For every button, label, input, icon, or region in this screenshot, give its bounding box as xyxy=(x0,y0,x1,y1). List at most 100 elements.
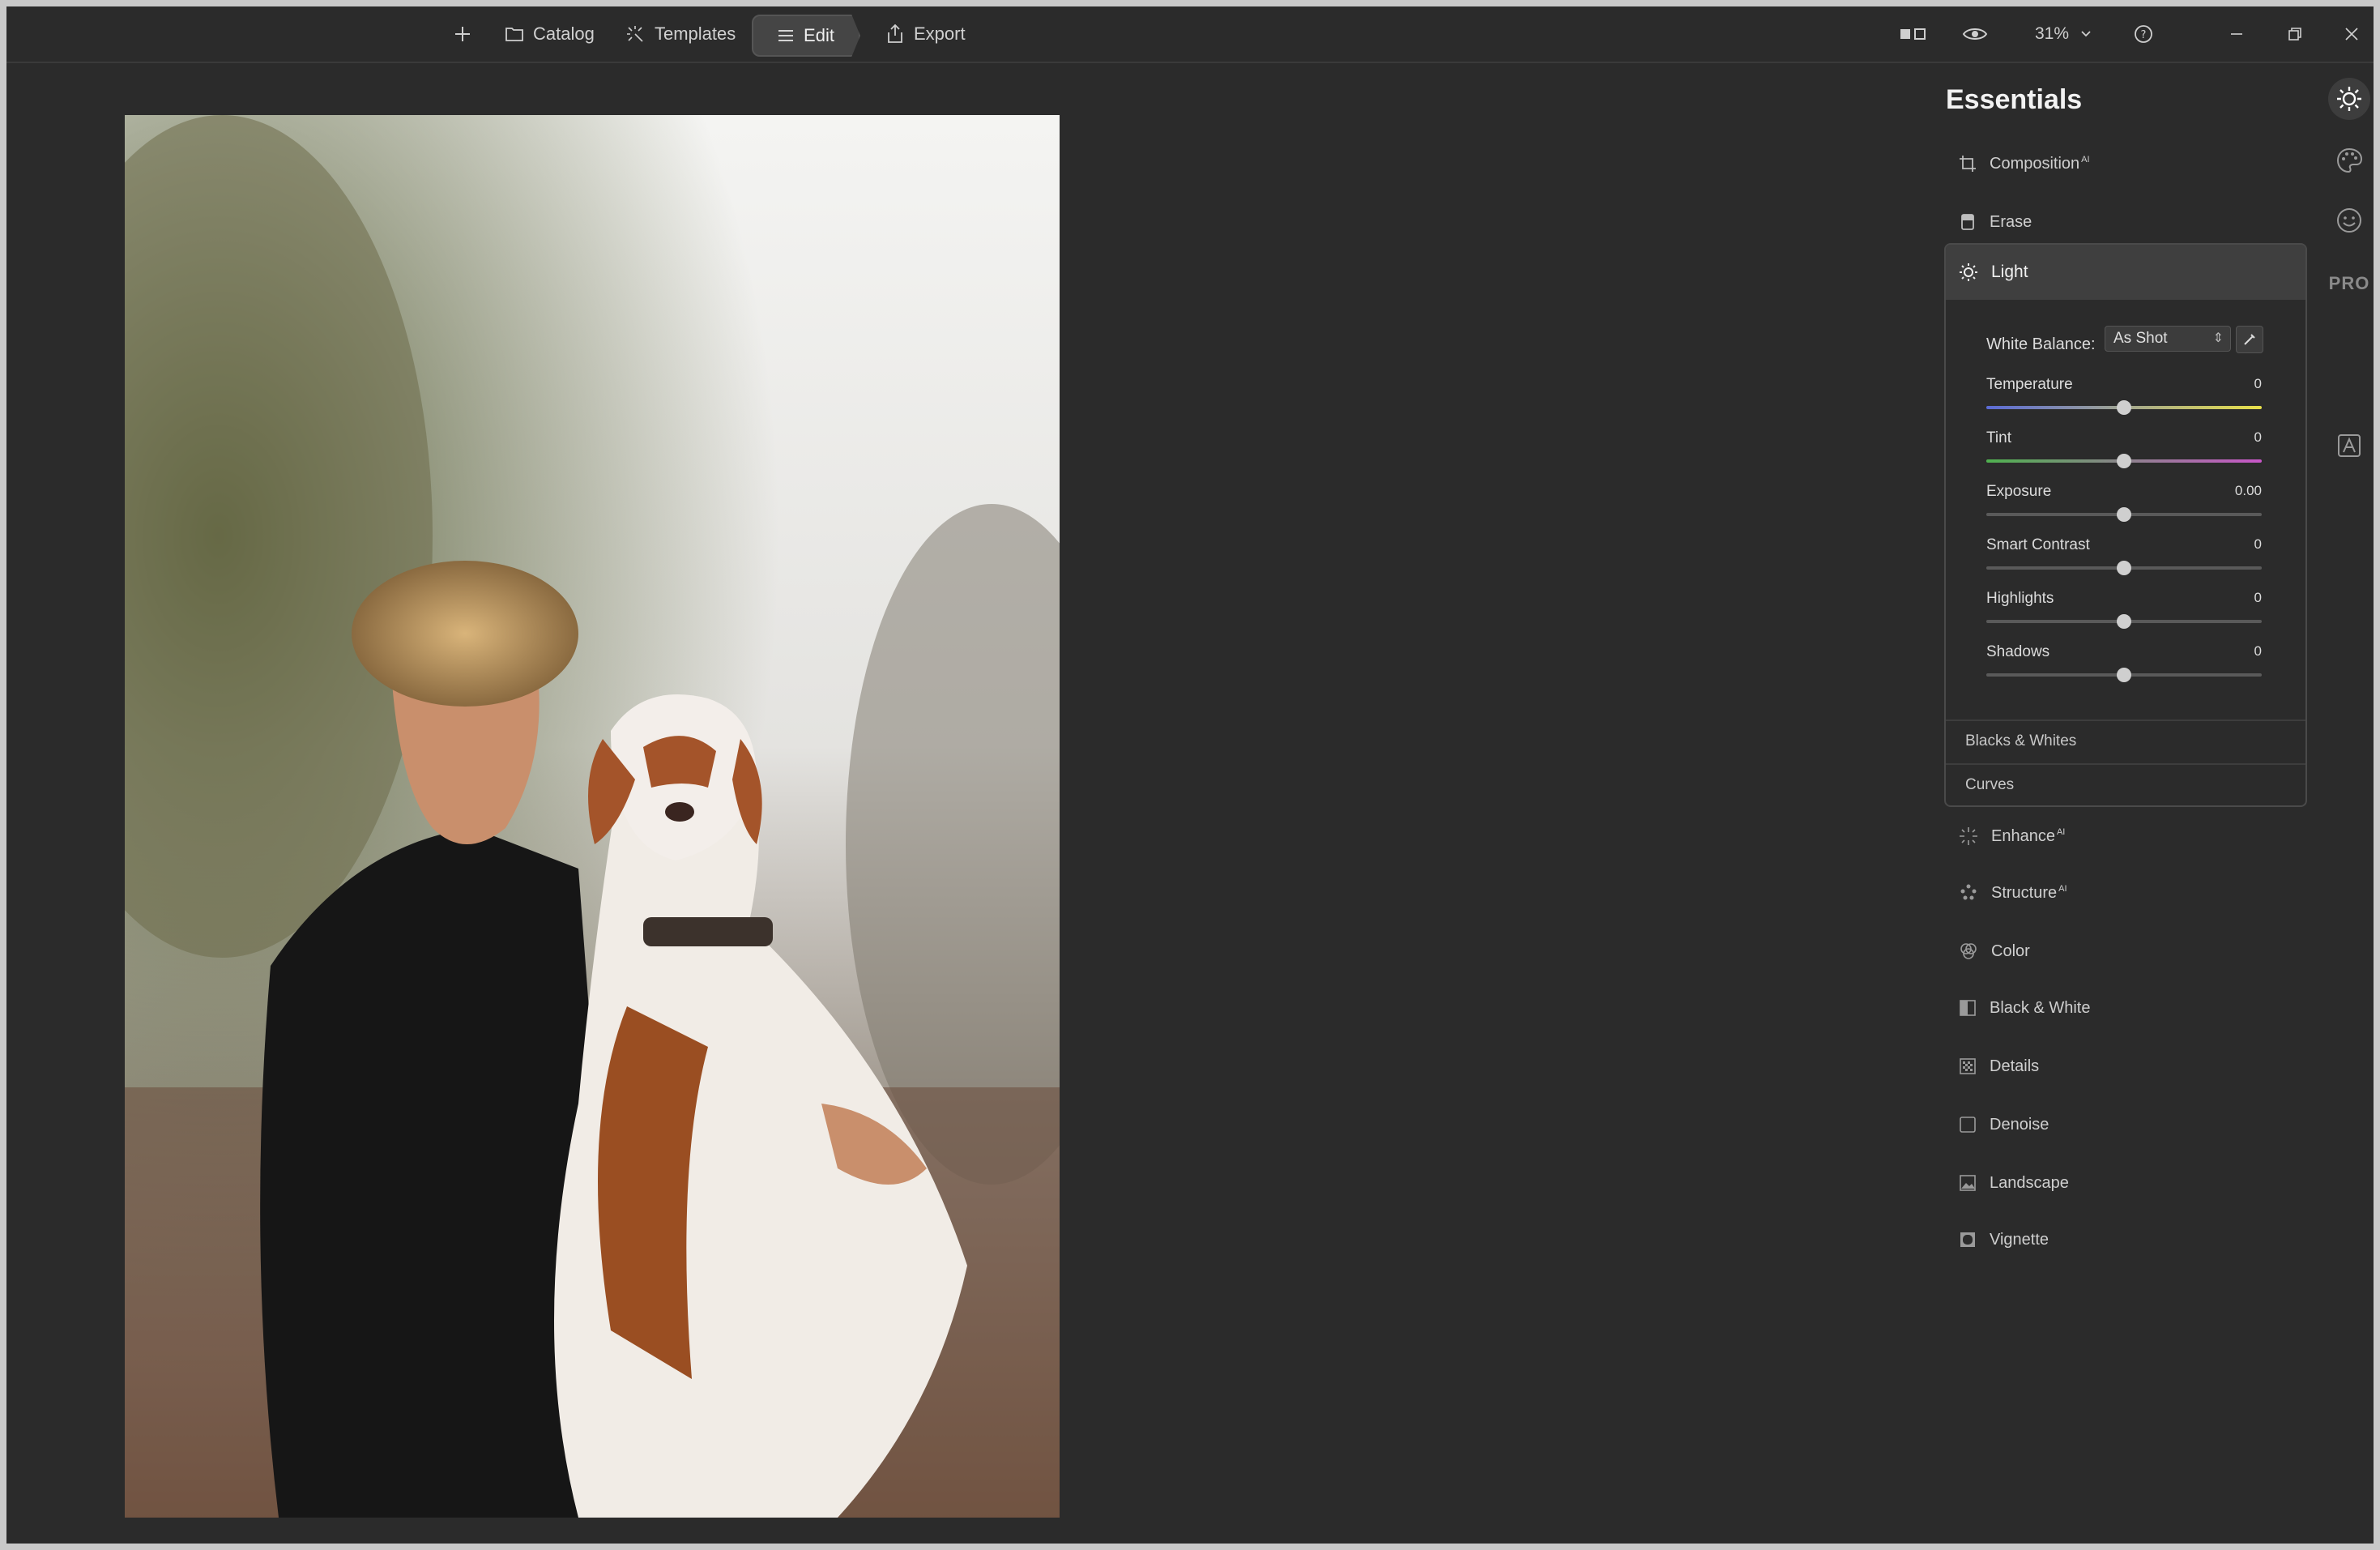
tool-composition[interactable]: Composition AI xyxy=(1959,147,2090,180)
tool-denoise[interactable]: Denoise xyxy=(1959,1108,2049,1141)
catalog-label: Catalog xyxy=(533,23,595,44)
slider-shadows[interactable]: Shadows 0 xyxy=(1986,643,2262,692)
ai-badge: AI xyxy=(2058,883,2067,894)
tool-label: Landscape xyxy=(1990,1173,2069,1192)
light-header[interactable]: Light xyxy=(1946,245,2305,300)
professional-icon xyxy=(2338,434,2361,457)
structure-icon xyxy=(1960,884,1977,900)
white-balance-label: White Balance: xyxy=(1986,335,2096,353)
slider-value: 0 xyxy=(2254,376,2262,391)
tool-label: Enhance xyxy=(1991,826,2055,845)
tool-label: Erase xyxy=(1990,212,2032,231)
sparkle-icon xyxy=(1960,827,1977,845)
slider-knob[interactable] xyxy=(2117,668,2131,682)
top-toolbar: Catalog Templates Edit Export 31% ? xyxy=(6,6,2374,63)
help-button[interactable]: ? xyxy=(2134,6,2153,62)
templates-icon xyxy=(627,26,643,42)
slider-temperature[interactable]: Temperature 0 xyxy=(1986,376,2262,425)
portrait-tab[interactable] xyxy=(2330,201,2369,240)
essentials-sun-icon xyxy=(2337,87,2361,111)
slider-value: 0 xyxy=(2254,429,2262,445)
pro-tab[interactable]: PRO xyxy=(2328,264,2370,303)
slider-value: 0 xyxy=(2254,643,2262,659)
eyedropper-icon xyxy=(2244,334,2255,345)
eraser-icon xyxy=(1961,214,1974,230)
tool-landscape[interactable]: Landscape xyxy=(1959,1167,2069,1199)
templates-button[interactable]: Templates xyxy=(625,6,736,62)
vignette-icon xyxy=(1960,1232,1975,1247)
add-button[interactable] xyxy=(454,6,471,62)
app-window: Catalog Templates Edit Export 31% ? Esse… xyxy=(6,6,2374,1544)
slider-smart-contrast[interactable]: Smart Contrast 0 xyxy=(1986,536,2262,585)
slider-value: 0 xyxy=(2254,590,2262,605)
professional-tab[interactable] xyxy=(2330,426,2369,465)
tool-black-white[interactable]: Black & White xyxy=(1959,992,2090,1024)
creative-palette-icon xyxy=(2336,147,2363,173)
tool-label: Black & White xyxy=(1990,998,2091,1017)
light-section: Light White Balance: As Shot ⇕ Temperatu… xyxy=(1944,243,2307,807)
minimize-icon xyxy=(2231,33,2242,35)
tool-label: Composition xyxy=(1990,154,2080,173)
tool-erase[interactable]: Erase xyxy=(1959,206,2032,238)
slider-label: Smart Contrast xyxy=(1986,536,2090,553)
slider-highlights[interactable]: Highlights 0 xyxy=(1986,590,2262,638)
catalog-button[interactable]: Catalog xyxy=(505,6,595,62)
restore-icon xyxy=(2288,28,2301,41)
slider-knob[interactable] xyxy=(2117,561,2131,575)
sub-section-label: Blacks & Whites xyxy=(1965,732,2077,749)
eyedropper-button[interactable] xyxy=(2236,326,2263,353)
restore-button[interactable] xyxy=(2288,6,2302,62)
white-balance-value: As Shot xyxy=(2113,330,2168,347)
slider-label: Shadows xyxy=(1986,643,2050,660)
edit-tab[interactable]: Edit xyxy=(752,15,860,57)
slider-label: Temperature xyxy=(1986,376,2073,393)
white-balance-select[interactable]: As Shot ⇕ xyxy=(2105,326,2231,352)
bw-icon xyxy=(1960,1000,1976,1016)
creative-tab[interactable] xyxy=(2330,141,2369,180)
slider-knob[interactable] xyxy=(2117,400,2131,415)
tool-label: Structure xyxy=(1991,883,2058,902)
eye-icon xyxy=(1962,28,1988,40)
curves-section[interactable]: Curves xyxy=(1946,763,2305,805)
photo-image xyxy=(125,115,1060,1518)
compare-button[interactable] xyxy=(1899,6,1928,62)
landscape-icon xyxy=(1960,1175,1976,1191)
zoom-dropdown[interactable]: 31% xyxy=(2035,6,2092,62)
sun-icon xyxy=(1960,263,1977,281)
denoise-icon xyxy=(1960,1117,1976,1133)
details-icon xyxy=(1960,1058,1976,1074)
export-button[interactable]: Export xyxy=(886,6,966,62)
slider-value: 0.00 xyxy=(2234,483,2262,498)
crop-icon xyxy=(1960,156,1976,172)
tool-details[interactable]: Details xyxy=(1959,1050,2039,1082)
help-icon: ? xyxy=(2135,25,2152,43)
slider-exposure[interactable]: Exposure 0.00 xyxy=(1986,483,2262,532)
tool-label: Details xyxy=(1990,1057,2040,1075)
slider-tint[interactable]: Tint 0 xyxy=(1986,429,2262,478)
plus-icon xyxy=(455,27,470,41)
tool-structure[interactable]: Structure AI xyxy=(1959,877,2067,909)
export-label: Export xyxy=(914,23,966,44)
export-icon xyxy=(888,24,902,43)
svg-text:?: ? xyxy=(2141,29,2147,41)
close-button[interactable] xyxy=(2344,6,2359,62)
photo-canvas[interactable] xyxy=(125,115,1060,1518)
slider-knob[interactable] xyxy=(2117,454,2131,468)
pro-label: PRO xyxy=(2328,273,2370,293)
panel-title: Essentials xyxy=(1946,84,2083,115)
slider-value: 0 xyxy=(2254,536,2262,552)
slider-knob[interactable] xyxy=(2117,507,2131,522)
tool-enhance[interactable]: Enhance AI xyxy=(1959,820,2065,852)
minimize-button[interactable] xyxy=(2229,6,2244,62)
close-icon xyxy=(2345,28,2358,41)
tool-vignette[interactable]: Vignette xyxy=(1959,1223,2049,1256)
preview-button[interactable] xyxy=(1962,6,1988,62)
tool-color[interactable]: Color xyxy=(1959,935,2030,967)
templates-label: Templates xyxy=(655,23,736,44)
portrait-face-icon xyxy=(2337,208,2361,233)
essentials-tab[interactable] xyxy=(2328,78,2370,120)
slider-label: Tint xyxy=(1986,429,2011,446)
slider-knob[interactable] xyxy=(2117,614,2131,629)
tool-label: Vignette xyxy=(1990,1230,2049,1249)
blacks-whites-section[interactable]: Blacks & Whites xyxy=(1946,719,2305,762)
